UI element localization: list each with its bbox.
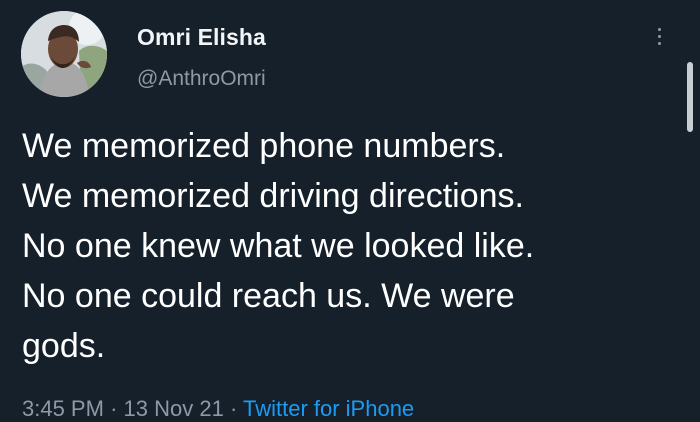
more-dot-icon — [658, 42, 661, 45]
tweet-time[interactable]: 3:45 PM — [22, 396, 104, 421]
tweet-text-line: gods. — [22, 327, 106, 365]
tweet-text: We memorized phone numbers. We memorized… — [22, 121, 672, 371]
tweet-card: Omri Elisha @AnthroOmri We memorized pho… — [0, 0, 700, 422]
metadata-separator: · — [110, 396, 118, 421]
tweet-text-line: No one knew what we looked like. — [22, 227, 535, 265]
author-display-name[interactable]: Omri Elisha — [137, 24, 266, 51]
scrollbar-thumb[interactable] — [687, 62, 693, 132]
metadata-separator: · — [229, 396, 238, 421]
tweet-text-line: We memorized driving directions. — [22, 177, 524, 215]
more-dot-icon — [658, 35, 661, 38]
tweet-text-line: No one could reach us. We were — [22, 277, 515, 315]
avatar[interactable] — [21, 11, 107, 97]
more-options-icon[interactable] — [648, 24, 672, 48]
tweet-source-link[interactable]: Twitter for iPhone — [243, 396, 414, 421]
tweet-date[interactable]: 13 Nov 21 — [124, 396, 224, 421]
tweet-text-line: We memorized phone numbers. — [22, 127, 506, 165]
author-handle[interactable]: @AnthroOmri — [137, 67, 266, 91]
more-dot-icon — [658, 28, 661, 31]
tweet-metadata: 3:45 PM · 13 Nov 21 · Twitter for iPhone — [22, 396, 414, 422]
avatar-photo — [21, 11, 107, 97]
